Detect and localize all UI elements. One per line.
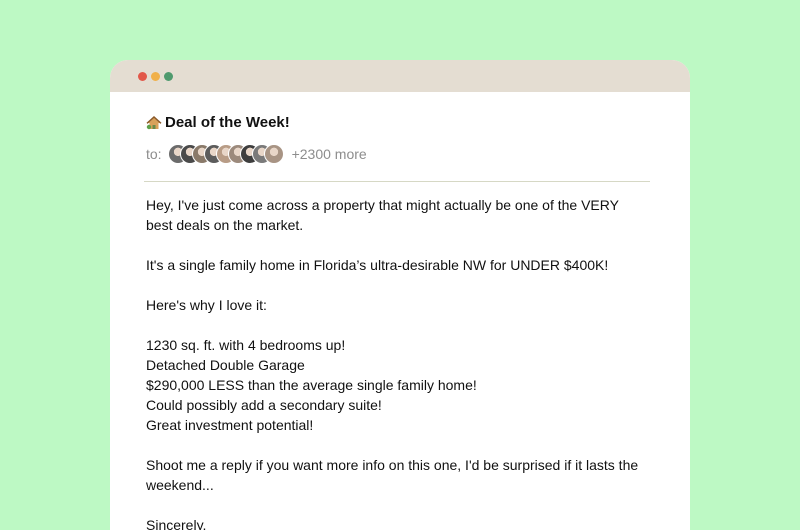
recipient-avatars[interactable]	[167, 144, 284, 164]
body-line: Shoot me a reply if you want more info o…	[146, 457, 639, 473]
feature-list: 1230 sq. ft. with 4 bedrooms up! Detache…	[146, 335, 650, 435]
maximize-window-button[interactable]	[164, 72, 173, 81]
recipients-row: to: +2300 more	[146, 143, 650, 165]
body-line: weekend...	[146, 477, 214, 493]
avatar[interactable]	[263, 144, 284, 164]
feature-item: 1230 sq. ft. with 4 bedrooms up!	[146, 337, 346, 353]
email-subject: Deal of the Week!	[165, 114, 290, 131]
feature-item: Detached Double Garage	[146, 357, 305, 373]
body-line: Hey, I've just come across a property th…	[146, 197, 619, 213]
feature-item: $290,000 LESS than the average single fa…	[146, 377, 477, 393]
signoff: Sincerely,	[146, 517, 207, 530]
body-paragraph-intro: Hey, I've just come across a property th…	[146, 195, 650, 235]
more-recipients-link[interactable]: +2300 more	[292, 146, 367, 162]
house-icon	[146, 115, 162, 131]
feature-item: Could possibly add a secondary suite!	[146, 397, 382, 413]
window-titlebar	[110, 60, 690, 92]
body-paragraph-property: It's a single family home in Florida’s u…	[146, 257, 609, 273]
feature-item: Great investment potential!	[146, 417, 314, 433]
email-window: Deal of the Week! to: +2300 more Hey, I'…	[110, 60, 690, 530]
body-line: best deals on the market.	[146, 217, 304, 233]
body-paragraph-why: Here's why I love it:	[146, 297, 267, 313]
header-divider	[144, 181, 650, 182]
email-body: Hey, I've just come across a property th…	[146, 195, 650, 530]
email-content: Deal of the Week! to: +2300 more Hey, I'…	[110, 92, 690, 530]
close-window-button[interactable]	[138, 72, 147, 81]
body-paragraph-closing: Shoot me a reply if you want more info o…	[146, 455, 650, 495]
to-label: to:	[146, 146, 162, 162]
subject-row: Deal of the Week!	[146, 114, 650, 131]
minimize-window-button[interactable]	[151, 72, 160, 81]
